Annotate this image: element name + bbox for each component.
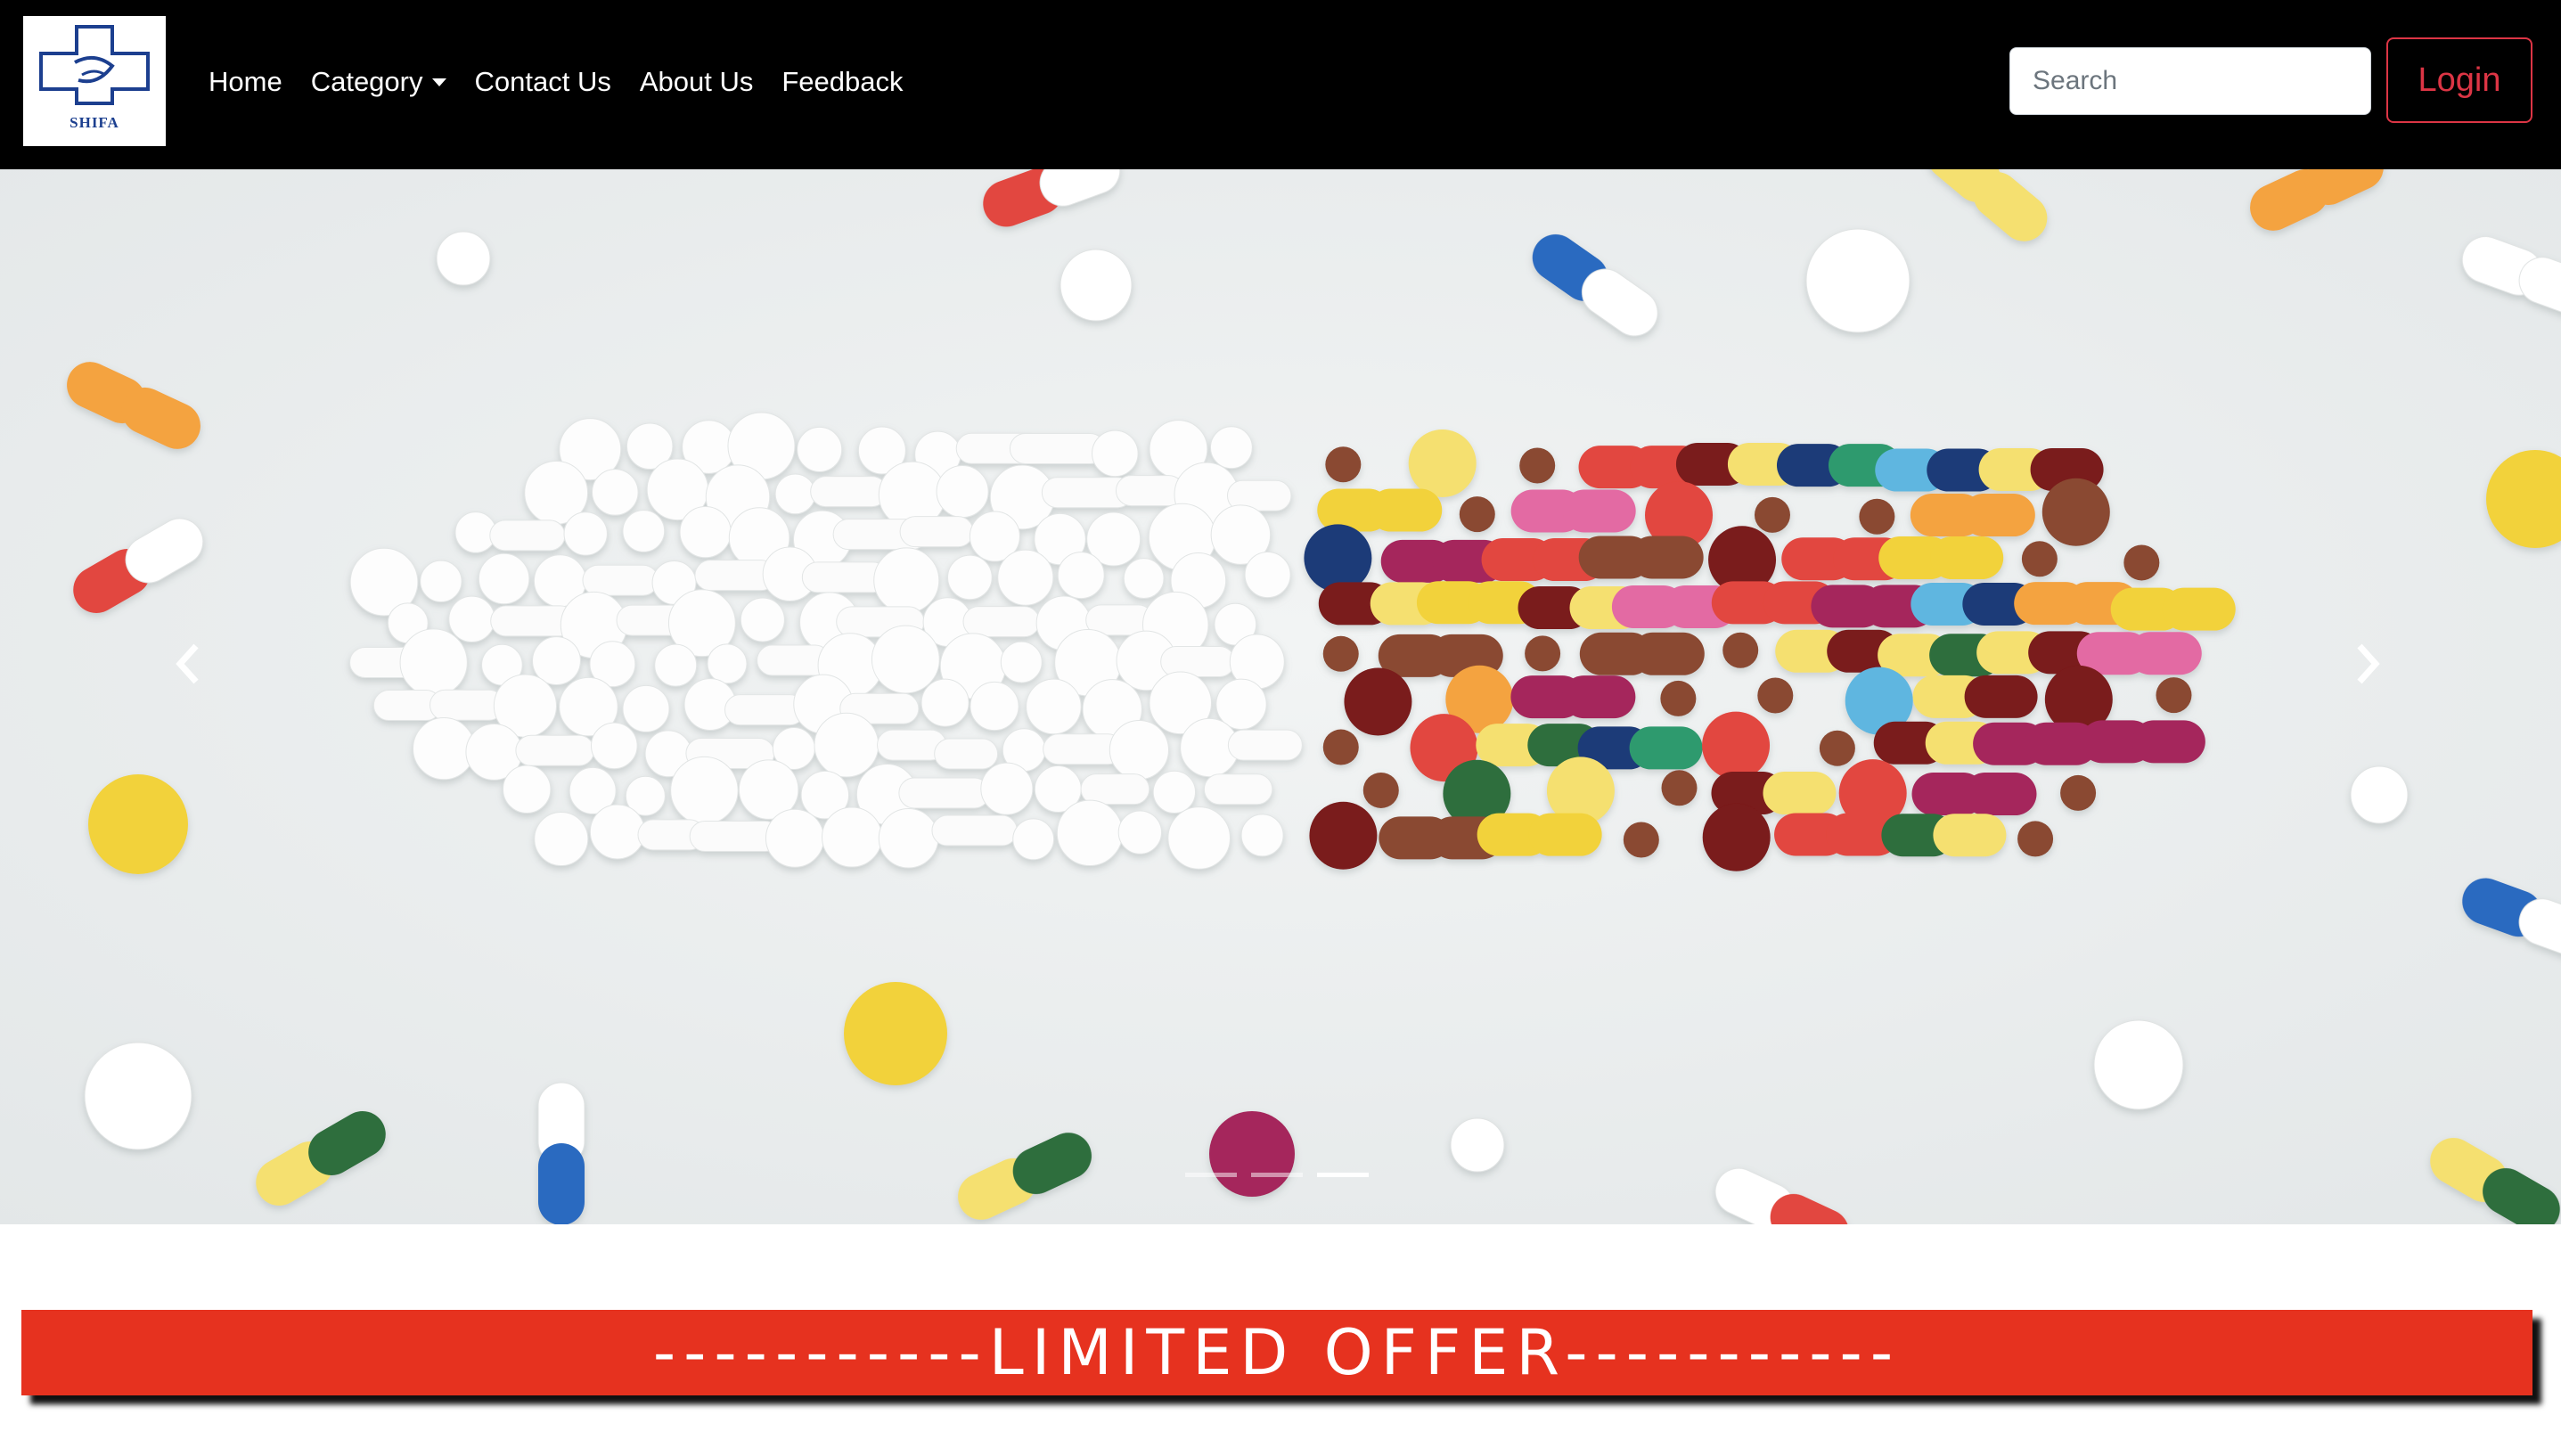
nav-category-dropdown[interactable]: Category — [311, 66, 446, 98]
hero-carousel — [0, 169, 2561, 1224]
nav-about-label: About Us — [639, 66, 754, 97]
logo-text: SHIFA — [70, 114, 119, 131]
nav-feedback-label: Feedback — [781, 66, 904, 97]
carousel-indicators — [1185, 1173, 1383, 1177]
carousel-next-button[interactable] — [2333, 615, 2404, 713]
chevron-right-icon — [2357, 643, 2380, 684]
nav-home-label: Home — [209, 66, 282, 97]
nav-about-us[interactable]: About Us — [640, 66, 754, 98]
nav-home[interactable]: Home — [209, 66, 282, 98]
main-nav: Home Category Contact Us About Us Feedba… — [209, 62, 932, 102]
limited-offer-banner: -----------LIMITED OFFER----------- — [21, 1310, 2532, 1395]
nav-feedback[interactable]: Feedback — [781, 66, 903, 98]
limited-offer-text: -----------LIMITED OFFER----------- — [652, 1316, 1902, 1389]
nav-contact-label: Contact Us — [474, 66, 611, 97]
carousel-indicator-1[interactable] — [1185, 1173, 1237, 1177]
search-input[interactable] — [2009, 47, 2371, 115]
shifa-logo[interactable]: SHIFA — [23, 16, 166, 146]
carousel-prev-button[interactable] — [151, 615, 223, 713]
carousel-indicator-3[interactable] — [1317, 1173, 1369, 1177]
nav-category-label: Category — [310, 66, 423, 97]
nav-contact-us[interactable]: Contact Us — [475, 66, 611, 98]
top-navbar: SHIFA Home Category Contact Us About Us … — [0, 0, 2561, 169]
carousel-indicator-2[interactable] — [1251, 1173, 1303, 1177]
caret-down-icon — [431, 78, 446, 86]
chevron-left-icon — [176, 643, 199, 684]
login-button[interactable]: Login — [2386, 37, 2532, 123]
pills-hero-image — [0, 169, 2561, 1224]
